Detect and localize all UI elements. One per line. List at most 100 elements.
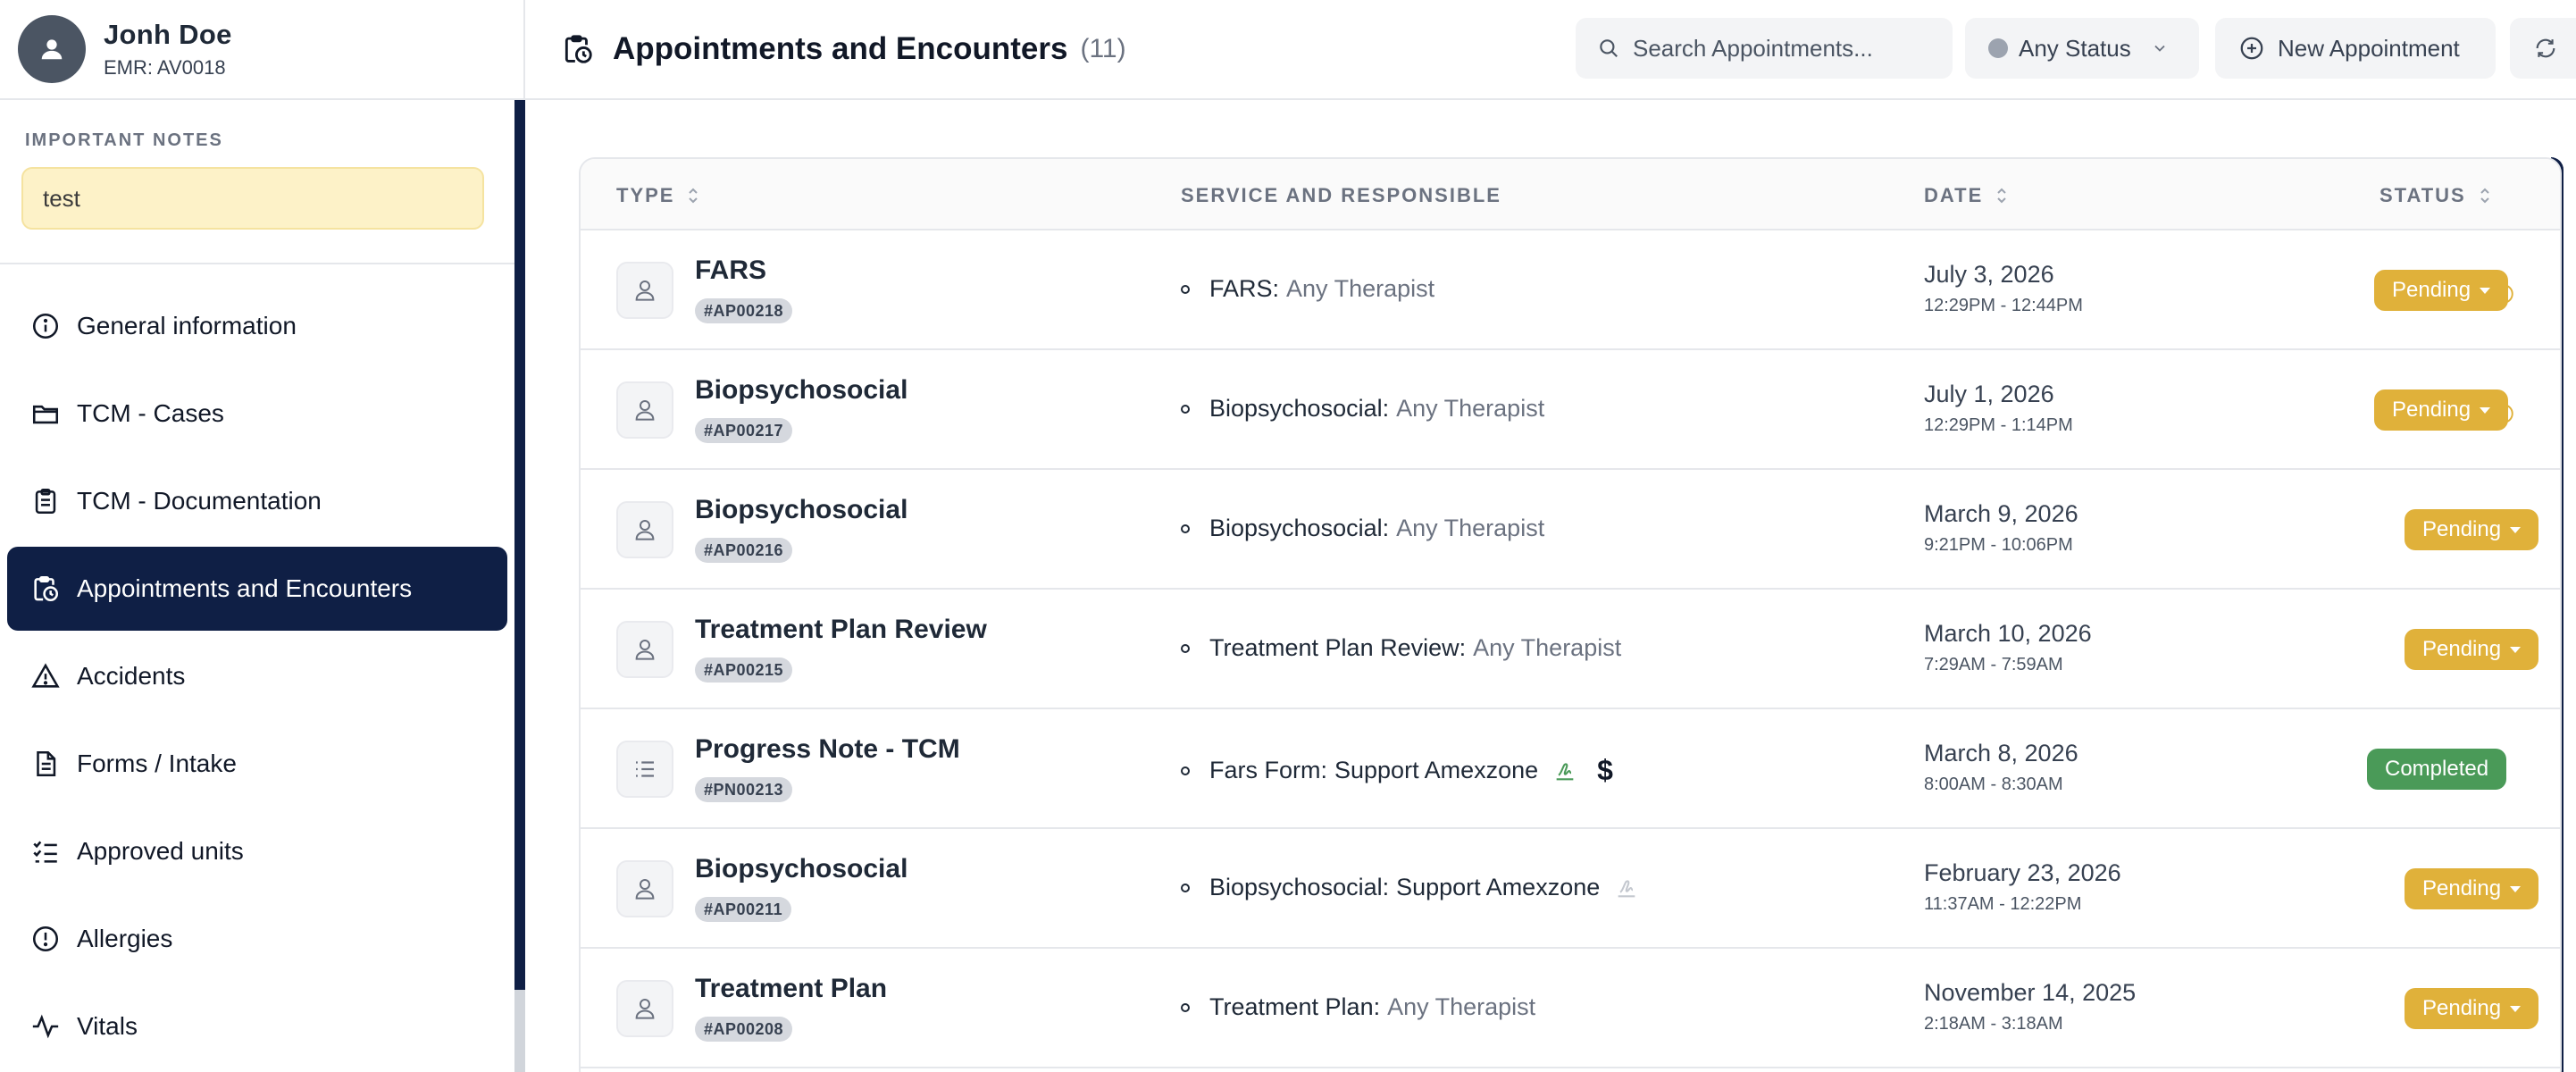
responsible-name: Any Therapist [1396, 515, 1545, 541]
appointment-type[interactable]: FARS [695, 255, 766, 286]
table-row[interactable]: Treatment Plan Review #AP00215 Treatment… [581, 590, 2560, 709]
appointment-type[interactable]: Treatment Plan [695, 974, 887, 1004]
appointment-date: February 23, 2026 11:37AM - 12:22PM [1924, 859, 2121, 915]
sidebar-item-label: General information [77, 312, 297, 339]
search-input[interactable]: Search Appointments... [1576, 18, 1953, 79]
table-row[interactable]: Biopsychosocial #AP00217 Biopsychosocial… [581, 350, 2560, 470]
signature-icon[interactable] [1614, 875, 1639, 900]
time-range: 12:29PM - 12:44PM [1924, 296, 2083, 315]
column-label: DATE [1924, 184, 1984, 206]
plus-circle-icon [2240, 37, 2263, 60]
sidebar-item-accidents[interactable]: Accidents [7, 634, 507, 718]
column-service: SERVICE AND RESPONSIBLE [1181, 184, 1501, 207]
sidebar-item-label: Appointments and Encounters [77, 574, 413, 602]
patient-emr: EMR: AV0018 [104, 56, 226, 79]
sidebar-item-vitals[interactable]: Vitals [7, 984, 507, 1068]
responsible-name: Support Amexzone [1334, 757, 1539, 783]
status-label: Pending [2422, 996, 2502, 1020]
time-range: 11:37AM - 12:22PM [1924, 894, 2082, 914]
service-responsible: Biopsychosocial: Any Therapist [1181, 395, 1544, 423]
sidebar-item-appointments[interactable]: Appointments and Encounters [7, 547, 507, 631]
service-responsible: Biopsychosocial: Any Therapist [1181, 515, 1544, 542]
responsible-name: Support Amexzone [1396, 874, 1601, 900]
column-type[interactable]: TYPE [616, 184, 699, 207]
billing-dollar-icon[interactable]: $ [1597, 754, 1613, 787]
calendar-clock-icon [34, 575, 59, 602]
sidebar-item-label: Allergies [77, 925, 173, 952]
appointment-date: March 10, 2026 7:29AM - 7:59AM [1924, 620, 2092, 675]
clipboard-icon [35, 488, 56, 515]
page-title: Appointments and Encounters [613, 31, 1068, 66]
status-badge[interactable]: Pending [2405, 629, 2539, 670]
sidebar-item-label: TCM - Documentation [77, 487, 322, 515]
sidebar-item-tcm-cases[interactable]: TCM - Cases [7, 372, 507, 456]
appointment-type[interactable]: Biopsychosocial [695, 495, 907, 525]
sidebar-item-tcm-documentation[interactable]: TCM - Documentation [7, 459, 507, 543]
document-icon [37, 750, 56, 777]
status-label: Completed [2385, 757, 2489, 781]
responsible-name: Any Therapist [1473, 634, 1622, 661]
appointment-type[interactable]: Biopsychosocial [695, 854, 907, 884]
status-badge[interactable]: Pending [2374, 389, 2509, 431]
appointment-code: #AP00217 [695, 418, 793, 443]
status-label: Pending [2392, 398, 2471, 422]
sidebar-item-approved-units[interactable]: Approved units [7, 809, 507, 893]
search-placeholder: Search Appointments... [1633, 34, 1873, 62]
appointment-code: #AP00216 [695, 538, 793, 563]
signature-icon[interactable] [1552, 758, 1577, 783]
appointment-type[interactable]: Treatment Plan Review [695, 615, 987, 645]
appointment-code: #AP00208 [695, 1017, 793, 1042]
info-icon[interactable] [2492, 402, 2515, 425]
sidebar-item-allergies[interactable]: Allergies [7, 897, 507, 981]
status-badge[interactable]: Pending [2374, 270, 2509, 311]
appointment-date: March 9, 2026 9:21PM - 10:06PM [1924, 500, 2078, 556]
status-filter-select[interactable]: Any Status [1965, 18, 2199, 79]
sidebar-item-general-information[interactable]: General information [7, 284, 507, 368]
sidebar-item-forms-intake[interactable]: Forms / Intake [7, 722, 507, 806]
column-status[interactable]: STATUS [2379, 184, 2491, 207]
sort-icon [1997, 188, 2006, 204]
table-row[interactable]: Biopsychosocial #AP00216 Biopsychosocial… [581, 470, 2560, 590]
status-badge[interactable]: Pending [2405, 509, 2539, 550]
bullet-icon [1181, 523, 1190, 533]
status-badge[interactable]: Completed [2367, 749, 2507, 790]
appointment-code: #AP00211 [695, 897, 792, 922]
appointment-type[interactable]: Biopsychosocial [695, 375, 907, 406]
table-row[interactable]: FARS #AP00218 FARS: Any Therapist July 3… [581, 230, 2560, 350]
info-icon[interactable] [2492, 282, 2515, 306]
time-range: 2:18AM - 3:18AM [1924, 1014, 2063, 1034]
list-icon [616, 741, 673, 798]
person-icon [616, 262, 673, 319]
status-badge[interactable]: Pending [2405, 988, 2539, 1029]
sidebar-item-label: TCM - Cases [77, 399, 224, 427]
bullet-icon [1181, 883, 1190, 892]
bullet-icon [1181, 404, 1190, 414]
patient-header[interactable]: Jonh Doe EMR: AV0018 [0, 0, 523, 100]
appointment-type[interactable]: Progress Note - TCM [695, 734, 960, 765]
note-text[interactable]: test [21, 167, 484, 230]
bullet-icon [1181, 766, 1190, 775]
status-badge[interactable]: Pending [2405, 868, 2539, 909]
date-value: March 10, 2026 [1924, 620, 2092, 647]
sidebar-scrollbar-end [514, 990, 525, 1072]
date-value: March 9, 2026 [1924, 500, 2078, 527]
time-range: 8:00AM - 8:30AM [1924, 775, 2063, 794]
refresh-button[interactable] [2510, 18, 2576, 79]
alert-circle-icon [32, 925, 59, 952]
status-filter-value: Any Status [2019, 34, 2131, 62]
user-icon [41, 39, 63, 60]
search-icon [1600, 39, 1618, 57]
column-label: TYPE [616, 184, 675, 206]
table-row[interactable]: Progress Note - TCM #PN00213 Fars Form: … [581, 709, 2560, 829]
date-value: February 23, 2026 [1924, 859, 2121, 886]
service-name: Treatment Plan: [1209, 993, 1381, 1020]
table-row[interactable]: Treatment Plan #AP00208 Treatment Plan: … [581, 949, 2560, 1068]
appointment-code: #AP00215 [695, 657, 793, 683]
sidebar-scrollbar-track[interactable] [514, 100, 525, 1072]
status-dot-icon [1988, 38, 2008, 58]
sidebar-item-label: Approved units [77, 837, 244, 865]
new-appointment-button[interactable]: New Appointment [2215, 18, 2496, 79]
column-date[interactable]: DATE [1924, 184, 2008, 207]
appointment-date: July 1, 2026 12:29PM - 1:14PM [1924, 381, 2073, 436]
table-row[interactable]: Biopsychosocial #AP00211 Biopsychosocial… [581, 829, 2560, 949]
